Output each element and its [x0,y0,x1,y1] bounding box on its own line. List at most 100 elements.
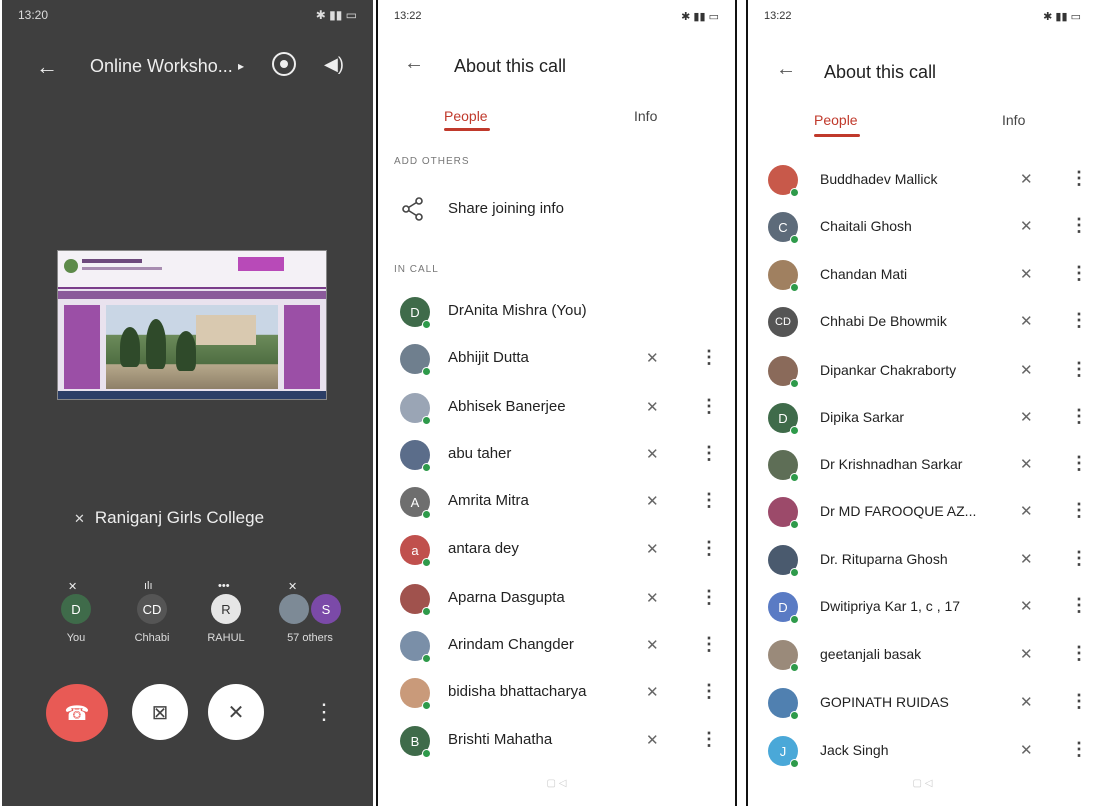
list-item[interactable]: Arindam Changder ✕ ⋮ [378,624,735,668]
more-vert-icon[interactable]: ⋮ [700,347,718,368]
more-vert-icon[interactable]: ⋮ [700,538,718,559]
mic-off-icon: ✕ [1020,313,1033,330]
more-vert-icon[interactable]: ⋮ [1070,643,1088,664]
mic-off-icon: ✕ [1020,598,1033,615]
mic-off-icon: ✕ [1020,218,1033,235]
meeting-title[interactable]: Online Worksho... [90,56,233,77]
online-dot [422,607,431,616]
more-vert-icon[interactable]: ⋮ [1070,500,1088,521]
camera-toggle-button[interactable]: ⊠ [132,684,188,740]
participant-tile-chhabi[interactable]: ılı CD Chhabi [122,580,182,644]
more-vert-icon[interactable]: ⋮ [700,729,718,750]
status-time: 13:22 [764,10,792,22]
tab-info[interactable]: Info [634,108,657,124]
list-item[interactable]: Chandan Mati ✕ ⋮ [748,253,1097,297]
college-logo [64,259,78,273]
list-item[interactable]: geetanjali basak ✕ ⋮ [748,633,1097,677]
list-item[interactable]: Dr MD FAROOQUE AZ... ✕ ⋮ [748,490,1097,534]
mic-off-icon: ✕ [646,446,659,463]
more-vert-icon[interactable]: ⋮ [700,681,718,702]
more-vert-icon[interactable]: ⋮ [1070,739,1088,760]
more-vert-icon[interactable]: ⋮ [700,634,718,655]
more-vert-icon[interactable]: ⋮ [700,490,718,511]
tile-label: RAHUL [207,632,245,644]
more-vert-icon[interactable]: ⋮ [700,396,718,417]
back-arrow-icon[interactable]: ← [404,52,424,75]
list-item[interactable]: Dr. Rituparna Ghosh ✕ ⋮ [748,538,1097,582]
tile-label: 57 others [287,632,333,644]
mic-off-icon: ✕ [646,493,659,510]
list-item[interactable]: B Brishti Mahatha ✕ ⋮ [378,719,735,763]
online-dot [790,520,799,529]
presentation-photo [106,305,278,389]
more-vert-icon[interactable]: ⋮ [1070,168,1088,189]
back-arrow-icon[interactable]: ← [776,58,796,81]
more-vert-icon[interactable]: ⋮ [1070,691,1088,712]
active-speaker-label: ✕ Raniganj Girls College [74,508,264,528]
mic-off-icon: ✕ [646,637,659,654]
mic-toggle-button[interactable]: ✕ [208,684,264,740]
participant-tile-rahul[interactable]: ••• R RAHUL [196,580,256,644]
list-item[interactable]: C Chaitali Ghosh ✕ ⋮ [748,205,1097,249]
mic-off-icon: ✕ [1020,456,1033,473]
more-vert-icon[interactable]: ⋮ [1070,595,1088,616]
more-vert-icon[interactable]: ⋮ [1070,310,1088,331]
more-vert-icon[interactable]: ⋮ [1070,263,1088,284]
speaker-icon[interactable]: ◀) [324,54,344,75]
about-call-panel: 13:22 ✱ ▮▮ ▭ ← About this call People In… [376,0,737,806]
more-vert-icon[interactable]: ⋮ [1070,406,1088,427]
tab-info[interactable]: Info [1002,112,1025,128]
end-call-button[interactable]: ☎ [46,684,108,742]
list-item[interactable]: a antara dey ✕ ⋮ [378,528,735,572]
list-item[interactable]: Aparna Dasgupta ✕ ⋮ [378,577,735,621]
participant-tile-others[interactable]: ✕ S 57 others [274,581,346,644]
list-item[interactable]: Buddhadev Mallick ✕ ⋮ [748,158,1097,202]
online-dot [422,463,431,472]
tree-shape [120,327,140,367]
more-vert-icon[interactable]: ⋮ [700,587,718,608]
participant-name: abu taher [448,445,512,462]
speaker-name: Raniganj Girls College [94,508,265,527]
back-arrow-icon[interactable]: ← [36,54,58,80]
participant-name: Dipankar Chakraborty [820,362,957,378]
list-item[interactable]: bidisha bhattacharya ✕ ⋮ [378,671,735,715]
participant-name: Buddhadev Mallick [820,171,938,187]
title-expand-icon[interactable]: ▸ [238,59,244,73]
list-item[interactable]: CD Chhabi De Bhowmik ✕ ⋮ [748,300,1097,344]
share-joining-info-button[interactable]: Share joining info [448,200,564,217]
mic-off-icon: ✕ [646,399,659,416]
status-bar: 13:20 ✱ ▮▮ ▭ [18,8,357,26]
mic-off-icon: ✕ [1020,503,1033,520]
list-item[interactable]: D Dwitipriya Kar 1, c , 17 ✕ ⋮ [748,585,1097,629]
list-item[interactable]: Dr Krishnadhan Sarkar ✕ ⋮ [748,443,1097,487]
more-vert-icon[interactable]: ⋮ [1070,215,1088,236]
more-options-button[interactable]: ⋮ [296,684,352,740]
participant-name: DrAnita Mishra (You) [448,302,587,319]
more-vert-icon[interactable]: ⋮ [700,443,718,464]
list-item[interactable]: A Amrita Mitra ✕ ⋮ [378,480,735,524]
list-item[interactable]: Dipankar Chakraborty ✕ ⋮ [748,349,1097,393]
list-item[interactable]: Abhisek Banerjee ✕ ⋮ [378,386,735,430]
list-item[interactable]: GOPINATH RUIDAS ✕ ⋮ [748,681,1097,725]
mic-off-icon: ✕ [1020,362,1033,379]
participant-tile-you[interactable]: ✕ D You [46,581,106,644]
about-call-panel-scrolled: 13:22 ✱ ▮▮ ▭ ← About this call People In… [746,0,1097,806]
participant-name: Jack Singh [820,742,889,758]
tab-people[interactable]: People [814,112,858,128]
participant-name: Arindam Changder [448,636,574,653]
list-item[interactable]: Abhijit Dutta ✕ ⋮ [378,337,735,381]
tab-people[interactable]: People [444,108,488,124]
online-dot [790,235,799,244]
online-dot [422,654,431,663]
list-item[interactable]: D Dipika Sarkar ✕ ⋮ [748,396,1097,440]
more-vert-icon[interactable]: ⋮ [1070,453,1088,474]
screen-share-presentation [57,250,327,400]
list-item[interactable]: D DrAnita Mishra (You) [378,290,735,334]
participant-name: Dr Krishnadhan Sarkar [820,456,963,472]
more-vert-icon[interactable]: ⋮ [1070,548,1088,569]
list-item[interactable]: abu taher ✕ ⋮ [378,433,735,477]
switch-camera-icon[interactable] [272,52,296,76]
system-nav-bar: ▢ ◁ [912,778,933,789]
more-vert-icon[interactable]: ⋮ [1070,359,1088,380]
mic-off-icon: ✕ [1020,742,1033,759]
